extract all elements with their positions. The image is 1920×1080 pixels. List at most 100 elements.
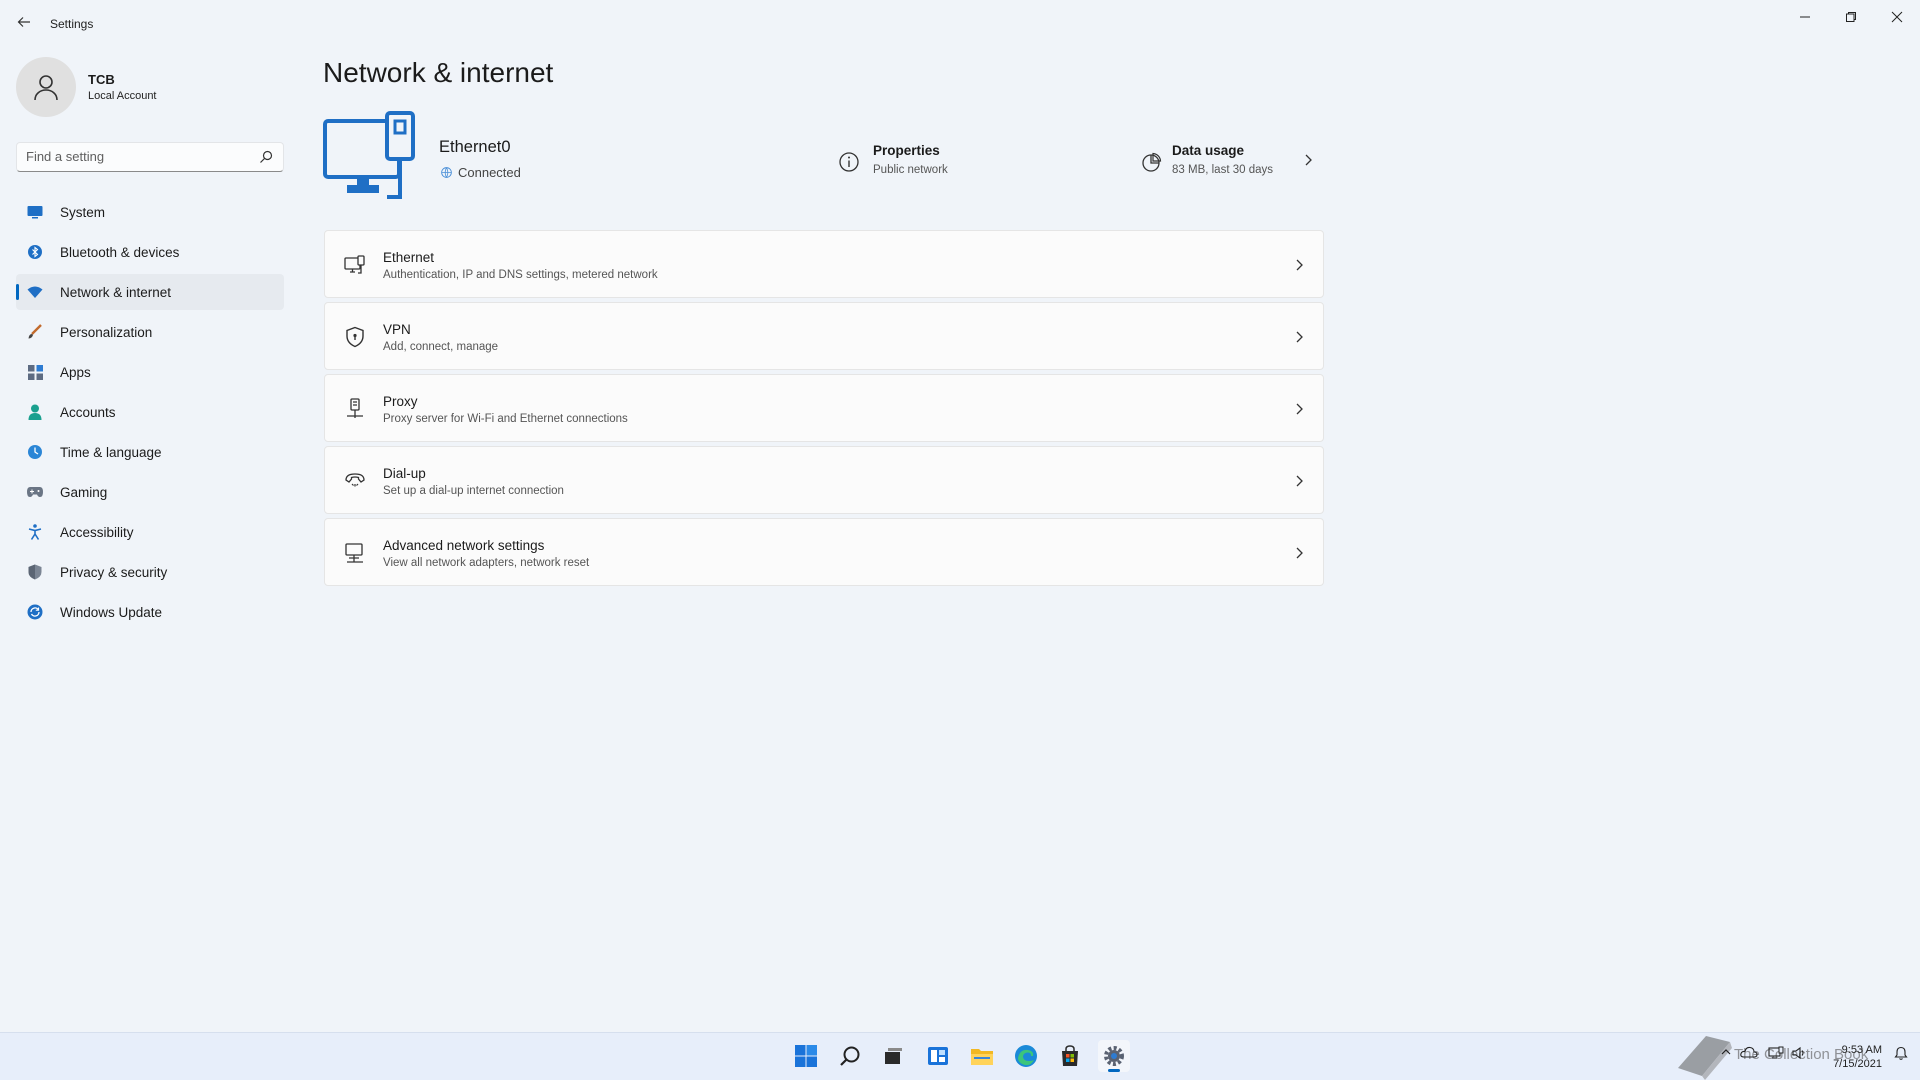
person-icon — [34, 75, 58, 101]
taskbar-clock[interactable]: 9:53 AM 7/15/2021 — [1826, 1043, 1882, 1071]
taskbar — [0, 1032, 1920, 1080]
card-title: Ethernet — [383, 250, 435, 265]
sidebar-item-apps[interactable]: Apps — [16, 354, 284, 390]
sidebar-item-label: Personalization — [60, 325, 153, 340]
advanced-network-icon — [345, 543, 363, 563]
dialup-card[interactable]: Dial-up Set up a dial-up internet connec… — [324, 446, 1324, 514]
card-subtitle: Add, connect, manage — [383, 341, 499, 353]
ethernet-monitor-icon — [323, 111, 415, 199]
advanced-network-card[interactable]: Advanced network settings View all netwo… — [324, 518, 1324, 586]
task-view-icon[interactable] — [877, 1040, 909, 1072]
chevron-right-icon — [1296, 403, 1303, 415]
sidebar-item-label: Bluetooth & devices — [60, 245, 180, 260]
chevron-right-icon — [1296, 475, 1303, 487]
clock-time: 9:53 AM — [1841, 1044, 1882, 1056]
sidebar-item-label: Windows Update — [60, 605, 163, 620]
sidebar-item-privacy-security[interactable]: Privacy & security — [16, 554, 284, 590]
apps-icon — [27, 364, 43, 380]
volume-icon[interactable] — [1792, 1046, 1806, 1063]
ethernet-icon — [344, 255, 365, 274]
sidebar-item-personalization[interactable]: Personalization — [16, 314, 284, 350]
time-language-icon — [27, 444, 43, 460]
sidebar-item-label: Privacy & security — [60, 565, 168, 580]
connection-status-text: Connected — [458, 165, 521, 180]
sidebar-nav: System Bluetooth & devices Network & int… — [16, 194, 284, 634]
sidebar-item-label: Apps — [60, 365, 91, 380]
app-title: Settings — [50, 17, 94, 31]
card-title: Proxy — [383, 394, 418, 409]
search-icon[interactable] — [259, 150, 273, 164]
card-title: Dial-up — [383, 466, 426, 481]
clock-date: 7/15/2021 — [1833, 1058, 1882, 1070]
back-arrow-icon[interactable] — [14, 12, 34, 32]
sidebar-item-label: Time & language — [60, 445, 162, 460]
globe-icon — [441, 167, 452, 178]
restore-button[interactable] — [1828, 4, 1874, 30]
connection-status: Connected — [441, 165, 521, 180]
shield-icon — [27, 564, 43, 580]
vpn-shield-icon — [346, 326, 364, 348]
close-button[interactable] — [1874, 4, 1920, 30]
avatar — [16, 57, 76, 117]
file-explorer-icon[interactable] — [966, 1040, 998, 1072]
profile-name: TCB — [88, 72, 115, 87]
sidebar-item-time-language[interactable]: Time & language — [16, 434, 284, 470]
sidebar-item-network-internet[interactable]: Network & internet — [16, 274, 284, 310]
settings-icon[interactable] — [1098, 1040, 1130, 1072]
ethernet-card[interactable]: Ethernet Authentication, IP and DNS sett… — [324, 230, 1324, 298]
data-usage-link[interactable]: Data usage 83 MB, last 30 days — [1136, 143, 1316, 183]
vpn-card[interactable]: VPN Add, connect, manage — [324, 302, 1324, 370]
store-icon[interactable] — [1054, 1040, 1086, 1072]
gaming-icon — [27, 484, 43, 500]
card-subtitle: Authentication, IP and DNS settings, met… — [383, 269, 658, 281]
card-title: Advanced network settings — [383, 538, 545, 553]
proxy-card[interactable]: Proxy Proxy server for Wi-Fi and Etherne… — [324, 374, 1324, 442]
chevron-right-icon — [1296, 331, 1303, 343]
properties-subtitle: Public network — [873, 164, 948, 176]
sidebar-item-accessibility[interactable]: Accessibility — [16, 514, 284, 550]
card-title: VPN — [383, 322, 411, 337]
data-usage-icon — [1142, 152, 1162, 172]
network-icon — [27, 284, 43, 300]
brush-icon — [27, 324, 43, 340]
chevron-right-icon — [1305, 154, 1312, 166]
network-tray-icon[interactable] — [1768, 1046, 1784, 1063]
search-box[interactable] — [16, 142, 284, 172]
chevron-right-icon — [1296, 547, 1303, 559]
search-icon[interactable] — [834, 1040, 866, 1072]
update-icon — [27, 604, 43, 620]
title-bar: Settings — [0, 0, 1920, 48]
accessibility-icon — [27, 524, 43, 540]
system-icon — [27, 204, 43, 220]
profile-card[interactable]: TCB Local Account — [16, 57, 286, 119]
sidebar-item-accounts[interactable]: Accounts — [16, 394, 284, 430]
properties-link[interactable]: Properties Public network — [838, 143, 1068, 183]
sidebar-item-label: Accessibility — [60, 525, 134, 540]
onedrive-icon[interactable] — [1740, 1046, 1758, 1061]
edge-icon[interactable] — [1010, 1040, 1042, 1072]
start-icon[interactable] — [790, 1040, 822, 1072]
chevron-up-icon[interactable] — [1720, 1046, 1732, 1061]
proxy-icon — [347, 398, 363, 418]
dialup-icon — [345, 473, 365, 487]
card-subtitle: View all network adapters, network reset — [383, 557, 590, 569]
sidebar-item-label: Network & internet — [60, 285, 172, 300]
widgets-icon[interactable] — [922, 1040, 954, 1072]
notification-icon[interactable] — [1894, 1046, 1908, 1063]
sidebar-item-bluetooth-devices[interactable]: Bluetooth & devices — [16, 234, 284, 270]
minimize-button[interactable] — [1782, 4, 1828, 30]
sidebar-item-windows-update[interactable]: Windows Update — [16, 594, 284, 630]
card-subtitle: Proxy server for Wi-Fi and Ethernet conn… — [383, 413, 628, 425]
search-input[interactable] — [26, 149, 246, 164]
properties-title: Properties — [873, 143, 940, 158]
accounts-icon — [27, 404, 43, 420]
sidebar-item-label: Accounts — [60, 405, 116, 420]
bluetooth-icon — [27, 244, 43, 260]
sidebar-item-label: System — [60, 205, 106, 220]
card-subtitle: Set up a dial-up internet connection — [383, 485, 564, 497]
data-usage-title: Data usage — [1172, 143, 1245, 158]
info-icon — [839, 152, 859, 172]
sidebar-item-system[interactable]: System — [16, 194, 284, 230]
sidebar-item-gaming[interactable]: Gaming — [16, 474, 284, 510]
chevron-right-icon — [1296, 259, 1303, 271]
